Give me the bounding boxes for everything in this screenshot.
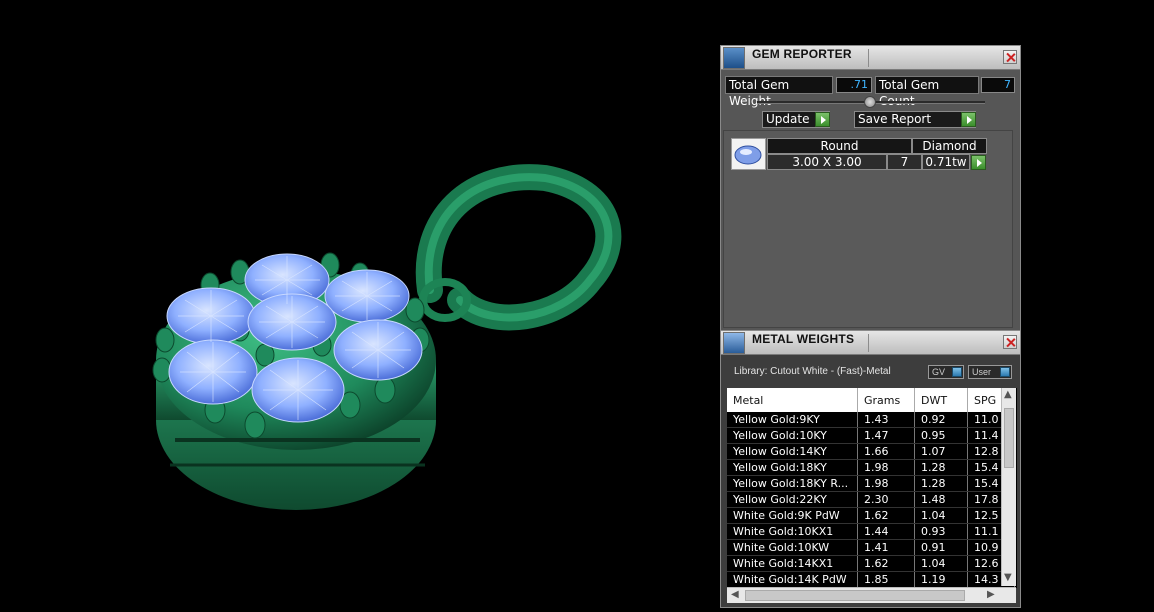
metal-cell: Yellow Gold:22KY: [727, 491, 858, 508]
pendant-model[interactable]: [0, 0, 720, 608]
dwt-cell: 1.04: [914, 555, 968, 572]
gv-toggle-label: GV: [932, 367, 946, 377]
gem-details-arrow-icon[interactable]: [971, 155, 986, 170]
total-gem-count-label: Total Gem Count: [875, 76, 979, 108]
gem-slider-handle[interactable]: [864, 96, 876, 108]
gv-toggle-icon: [952, 367, 962, 377]
total-gem-weight-value: .71: [836, 77, 872, 93]
metal-cell: White Gold:10KW: [727, 539, 858, 556]
table-row[interactable]: White Gold:14K PdW 1.85 1.19 14.3: [727, 571, 1015, 588]
save-report-button-label: Save Report: [858, 112, 932, 126]
gv-toggle[interactable]: GV: [928, 365, 964, 379]
gem-size-cell: 3.00 X 3.00: [767, 154, 887, 170]
grams-cell: 1.62: [857, 507, 915, 524]
metal-cell: White Gold:9K PdW: [727, 507, 858, 524]
metal-cell: Yellow Gold:18KY: [727, 459, 858, 476]
metal-cell: Yellow Gold:9KY: [727, 412, 858, 428]
gem-reporter-icon: [723, 47, 745, 69]
grams-cell: 1.43: [857, 412, 915, 428]
scroll-up-icon[interactable]: ▲: [1004, 390, 1012, 400]
gem-count-cell: 7: [887, 154, 922, 170]
grams-cell: 2.30: [857, 491, 915, 508]
horizontal-scrollbar[interactable]: ◀ ▶: [727, 587, 1016, 603]
user-toggle[interactable]: User: [968, 365, 1012, 379]
vertical-scrollbar[interactable]: ▲ ▼: [1001, 388, 1016, 586]
column-header-dwt[interactable]: DWT: [914, 388, 968, 412]
dwt-cell: 1.28: [914, 459, 968, 476]
title-separator: [868, 49, 869, 67]
metal-cell: White Gold:14KX1: [727, 555, 858, 572]
dwt-cell: 0.92: [914, 412, 968, 428]
metal-cell: White Gold:14K PdW: [727, 571, 858, 588]
table-row[interactable]: Yellow Gold:10KY 1.47 0.95 11.4: [727, 427, 1015, 444]
grams-cell: 1.98: [857, 475, 915, 492]
save-report-arrow-icon[interactable]: [961, 112, 976, 127]
dwt-cell: 1.07: [914, 443, 968, 460]
table-row[interactable]: Yellow Gold:18KY 1.98 1.28 15.4: [727, 459, 1015, 476]
update-button-label: Update: [766, 112, 810, 126]
title-separator: [868, 334, 869, 352]
horizontal-scroll-thumb[interactable]: [745, 590, 965, 601]
scroll-right-icon[interactable]: ▶: [987, 590, 995, 600]
dwt-cell: 0.95: [914, 427, 968, 444]
table-row[interactable]: Yellow Gold:18KY R... 1.98 1.28 15.4: [727, 475, 1015, 492]
grams-cell: 1.47: [857, 427, 915, 444]
table-row[interactable]: White Gold:14KX1 1.62 1.04 12.6: [727, 555, 1015, 572]
gem-shape-cell: Round: [767, 138, 912, 154]
table-row[interactable]: White Gold:9K PdW 1.62 1.04 12.5: [727, 507, 1015, 524]
scroll-left-icon[interactable]: ◀: [731, 590, 739, 600]
close-icon[interactable]: [1003, 50, 1017, 64]
vertical-scroll-thumb[interactable]: [1004, 408, 1014, 468]
dwt-cell: 1.28: [914, 475, 968, 492]
metal-weights-title: METAL WEIGHTS: [752, 332, 855, 346]
metal-cell: White Gold:10KX1: [727, 523, 858, 540]
grams-cell: 1.85: [857, 571, 915, 588]
scroll-down-icon[interactable]: ▼: [1004, 573, 1012, 583]
user-toggle-icon: [1000, 367, 1010, 377]
table-row[interactable]: Yellow Gold:14KY 1.66 1.07 12.8: [727, 443, 1015, 460]
gem-reporter-titlebar[interactable]: GEM REPORTER: [721, 46, 1020, 70]
metal-weights-titlebar[interactable]: METAL WEIGHTS: [721, 331, 1020, 355]
grams-cell: 1.41: [857, 539, 915, 556]
update-arrow-icon[interactable]: [815, 112, 830, 127]
table-row[interactable]: White Gold:10KX1 1.44 0.93 11.1: [727, 523, 1015, 540]
dwt-cell: 1.19: [914, 571, 968, 588]
total-gem-count-value: 7: [981, 77, 1015, 93]
dwt-cell: 0.91: [914, 539, 968, 556]
metal-cell: Yellow Gold:18KY R...: [727, 475, 858, 492]
column-header-metal[interactable]: Metal: [727, 388, 858, 412]
dwt-cell: 1.04: [914, 507, 968, 524]
table-row[interactable]: White Gold:10KW 1.41 0.91 10.9: [727, 539, 1015, 556]
dwt-cell: 0.93: [914, 523, 968, 540]
grams-cell: 1.62: [857, 555, 915, 572]
metal-weights-icon: [723, 332, 745, 354]
save-report-button[interactable]: Save Report: [854, 111, 976, 128]
gem-reporter-title: GEM REPORTER: [752, 47, 852, 61]
close-icon[interactable]: [1003, 335, 1017, 349]
grams-cell: 1.98: [857, 459, 915, 476]
table-row[interactable]: Yellow Gold:22KY 2.30 1.48 17.8: [727, 491, 1015, 508]
metal-weights-table[interactable]: Metal Grams DWT SPG Yellow Gold:9KY 1.43 0…: [727, 388, 1017, 588]
user-toggle-label: User: [972, 367, 992, 377]
total-gem-weight-label: Total Gem Weight: [725, 76, 833, 108]
column-header-grams[interactable]: Grams: [857, 388, 915, 412]
gem-weight-cell: 0.71tw: [922, 154, 970, 170]
metal-cell: Yellow Gold:10KY: [727, 427, 858, 444]
grams-cell: 1.66: [857, 443, 915, 460]
round-gem-icon[interactable]: [731, 138, 766, 170]
3d-viewport[interactable]: [0, 0, 720, 608]
gem-type-cell: Diamond: [912, 138, 987, 154]
library-label: Library: Cutout White - (Fast)-Metal: [734, 366, 891, 377]
grams-cell: 1.44: [857, 523, 915, 540]
table-row[interactable]: Yellow Gold:9KY 1.43 0.92 11.0: [727, 412, 1015, 428]
metal-cell: Yellow Gold:14KY: [727, 443, 858, 460]
dwt-cell: 1.48: [914, 491, 968, 508]
